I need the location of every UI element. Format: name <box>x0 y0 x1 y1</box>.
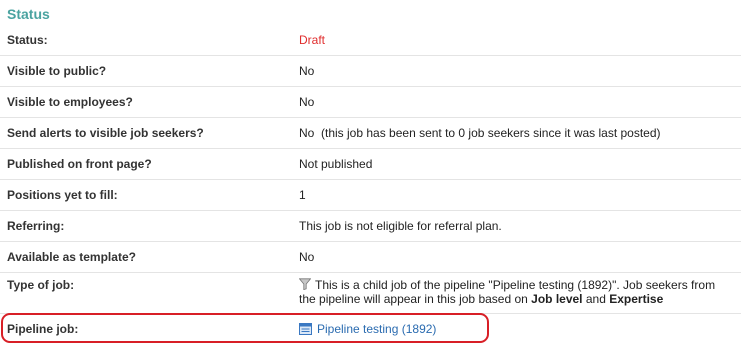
row-template: Available as template? No <box>0 242 741 273</box>
row-referring: Referring: This job is not eligible for … <box>0 211 741 242</box>
highlight-annotation <box>1 313 489 343</box>
expertise-text: Expertise <box>609 292 664 306</box>
status-table: Status: Draft Visible to public? No Visi… <box>0 25 741 344</box>
referring-label: Referring: <box>7 219 65 233</box>
status-value: Draft <box>299 33 326 47</box>
referring-value: This job is not eligible for referral pl… <box>299 219 502 233</box>
template-value: No <box>299 250 315 264</box>
status-label: Status: <box>7 33 48 47</box>
published-front-label: Published on front page? <box>7 157 152 171</box>
row-published-front: Published on front page? Not published <box>0 149 741 180</box>
row-type-of-job: Type of job: This is a child job of the … <box>0 273 741 314</box>
visible-employees-value: No <box>299 95 315 109</box>
row-send-alerts: Send alerts to visible job seekers? No (… <box>0 118 741 149</box>
positions-value: 1 <box>299 188 306 202</box>
and-text: and <box>582 292 610 306</box>
row-visible-employees: Visible to employees? No <box>0 87 741 118</box>
row-visible-public: Visible to public? No <box>0 56 741 87</box>
visible-public-label: Visible to public? <box>7 64 107 78</box>
visible-public-value: No <box>299 64 315 78</box>
send-alerts-value: No (this job has been sent to 0 job seek… <box>299 126 661 140</box>
type-of-job-value: This is a child job of the pipeline "Pip… <box>298 278 734 306</box>
type-of-job-label: Type of job: <box>7 278 75 292</box>
row-status: Status: Draft <box>0 25 741 56</box>
send-alerts-label: Send alerts to visible job seekers? <box>7 126 204 140</box>
published-front-value: Not published <box>299 157 373 171</box>
section-title: Status <box>7 6 50 22</box>
row-positions: Positions yet to fill: 1 <box>0 180 741 211</box>
funnel-icon <box>298 278 312 291</box>
job-level-text: Job level <box>531 292 583 306</box>
template-label: Available as template? <box>7 250 136 264</box>
positions-label: Positions yet to fill: <box>7 188 118 202</box>
visible-employees-label: Visible to employees? <box>7 95 133 109</box>
